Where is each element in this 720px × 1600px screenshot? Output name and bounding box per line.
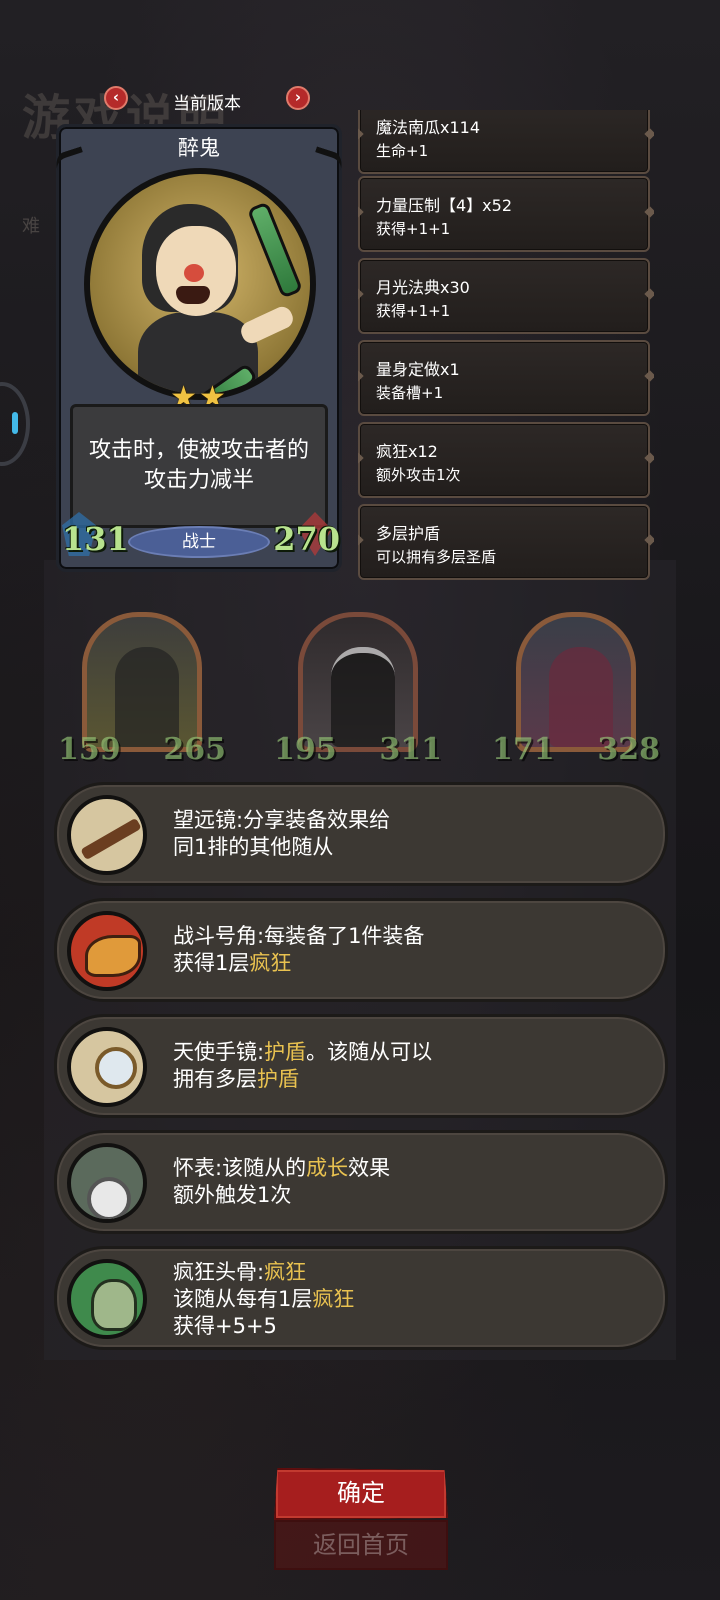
- minion-card[interactable]: 159 265: [58, 612, 226, 768]
- trinket-panel[interactable]: 望远镜:分享装备效果给 同1排的其他随从: [54, 782, 668, 886]
- minion-card[interactable]: 171 328: [492, 612, 660, 768]
- trinket-line: 战斗号角:每装备了1件装备: [173, 924, 425, 948]
- return-home-button[interactable]: 返回首页: [274, 1520, 448, 1570]
- portrait-nose: [184, 264, 204, 282]
- equipment-name: 多层护盾: [376, 524, 441, 543]
- elf-portrait-icon: [516, 612, 636, 752]
- keyword-highlight: 护盾: [264, 1040, 307, 1064]
- keyword-highlight: 成长: [306, 1156, 349, 1180]
- hand-mirror-icon: [67, 1027, 147, 1107]
- equipment-list[interactable]: 魔法南瓜x114 生命+1 力量压制【4】x52 获得+1+1 月光法典x30 …: [358, 110, 654, 582]
- trinket-text-segment: 该随从每有1层: [173, 1287, 313, 1311]
- chevron-left-icon[interactable]: ‹: [104, 86, 128, 110]
- trinket-panel[interactable]: 天使手镜:护盾。该随从可以 拥有多层护盾: [54, 1014, 668, 1118]
- trinket-description: 怀表:该随从的成长效果 额外触发1次: [173, 1155, 641, 1209]
- equipment-effect: 生命+1: [376, 142, 429, 160]
- minion-card[interactable]: 195 311: [274, 612, 442, 768]
- minion-health: 265: [163, 732, 226, 767]
- trinket-description: 疯狂头骨:疯狂 该随从每有1层疯狂 获得+5+5: [173, 1259, 641, 1340]
- keyword-highlight: 疯狂: [249, 951, 292, 975]
- equipment-item: 力量压制【4】x52 获得+1+1: [358, 176, 650, 252]
- equipment-name: 量身定做x1: [376, 360, 460, 379]
- equipment-effect: 额外攻击1次: [376, 466, 461, 484]
- trinket-panel[interactable]: 疯狂头骨:疯狂 该随从每有1层疯狂 获得+5+5: [54, 1246, 668, 1350]
- war-horn-icon: [67, 911, 147, 991]
- keyword-highlight: 疯狂: [264, 1260, 307, 1284]
- trinket-text-segment: 疯狂头骨:: [173, 1260, 265, 1284]
- ability-box: 攻击时，使被攻击者的攻击力减半: [70, 404, 328, 528]
- trinket-line: 天使手镜:护盾。该随从可以: [173, 1039, 641, 1066]
- equipment-name: 疯狂x12: [376, 442, 438, 461]
- mad-skull-icon: [67, 1259, 147, 1339]
- trinket-description: 望远镜:分享装备效果给 同1排的其他随从: [173, 807, 641, 861]
- trinket-description: 天使手镜:护盾。该随从可以 拥有多层护盾: [173, 1039, 641, 1093]
- equipment-item: 量身定做x1 装备槽+1: [358, 340, 650, 416]
- class-badge: 战士: [128, 526, 270, 558]
- trinket-line: 额外触发1次: [173, 1183, 292, 1207]
- hero-health: 270: [273, 520, 340, 558]
- equipment-effect: 装备槽+1: [376, 384, 444, 402]
- telescope-icon: [67, 795, 147, 875]
- trinket-line: 获得+5+5: [173, 1314, 277, 1338]
- keyword-highlight: 护盾: [257, 1067, 299, 1091]
- equipment-effect: 获得+1+1: [376, 302, 451, 320]
- trinket-text-segment: 获得1层: [173, 951, 250, 975]
- minion-attack: 195: [274, 732, 337, 767]
- equipment-item: 魔法南瓜x114 生命+1: [358, 110, 650, 174]
- trinket-panel[interactable]: 战斗号角:每装备了1件装备 获得1层疯狂: [54, 898, 668, 1002]
- minion-attack: 171: [492, 732, 555, 767]
- equipment-item: 多层护盾 可以拥有多层圣盾: [358, 504, 650, 580]
- trinket-line: 疯狂头骨:疯狂: [173, 1259, 641, 1286]
- minion-attack: 159: [58, 732, 121, 767]
- trinket-line: 望远镜:分享装备效果给: [173, 808, 391, 832]
- trinket-text-segment: 效果: [348, 1156, 391, 1180]
- chevron-right-icon[interactable]: ›: [286, 86, 310, 110]
- trinket-description: 战斗号角:每装备了1件装备 获得1层疯狂: [173, 923, 641, 977]
- pocket-watch-icon: [67, 1143, 147, 1223]
- equipment-item: 疯狂x12 额外攻击1次: [358, 422, 650, 498]
- equipment-name: 魔法南瓜x114: [376, 118, 481, 137]
- cat-portrait-icon: [298, 612, 418, 752]
- keyword-highlight: 疯狂: [312, 1287, 355, 1311]
- trinket-line: 同1排的其他随从: [173, 835, 334, 859]
- hero-card: 醉鬼 ★★ 攻击时，使被攻击者的攻击力减半 131 270 战士: [52, 124, 346, 572]
- trinket-line: 怀表:该随从的成长效果: [173, 1155, 641, 1182]
- trinket-line: 拥有多层护盾: [173, 1066, 641, 1093]
- minion-health: 311: [379, 732, 442, 767]
- trinket-text-segment: 拥有多层: [173, 1067, 257, 1091]
- confirm-button[interactable]: 确定: [274, 1468, 448, 1520]
- trinket-panel[interactable]: 怀表:该随从的成长效果 额外触发1次: [54, 1130, 668, 1234]
- ability-text: 攻击时，使被攻击者的攻击力减半: [88, 438, 309, 493]
- equipment-name: 力量压制【4】x52: [376, 196, 513, 215]
- equipment-effect: 可以拥有多层圣盾: [376, 548, 497, 566]
- minion-health: 328: [597, 732, 660, 767]
- equipment-name: 月光法典x30: [376, 278, 470, 297]
- robot-portrait-icon: [82, 612, 202, 752]
- trinket-line: 获得1层疯狂: [173, 950, 641, 977]
- equipment-item: 月光法典x30 获得+1+1: [358, 258, 650, 334]
- portrait-arm: [237, 303, 297, 347]
- trinket-text-segment: 怀表:该随从的: [173, 1156, 307, 1180]
- version-nav: ‹ 当前版本 ›: [104, 86, 310, 114]
- trinket-text-segment: 天使手镜:: [173, 1040, 265, 1064]
- trinket-text-segment: 。该随从可以: [306, 1040, 433, 1064]
- background-subtitle: 难: [22, 216, 40, 237]
- version-label: 当前版本: [173, 94, 241, 114]
- hero-portrait: [84, 168, 316, 400]
- equipment-effect: 获得+1+1: [376, 220, 451, 238]
- hero-attack: 131: [62, 520, 129, 558]
- trinket-line: 该随从每有1层疯狂: [173, 1286, 641, 1313]
- portrait-mouth: [176, 286, 210, 304]
- hero-name: 醉鬼: [178, 136, 220, 160]
